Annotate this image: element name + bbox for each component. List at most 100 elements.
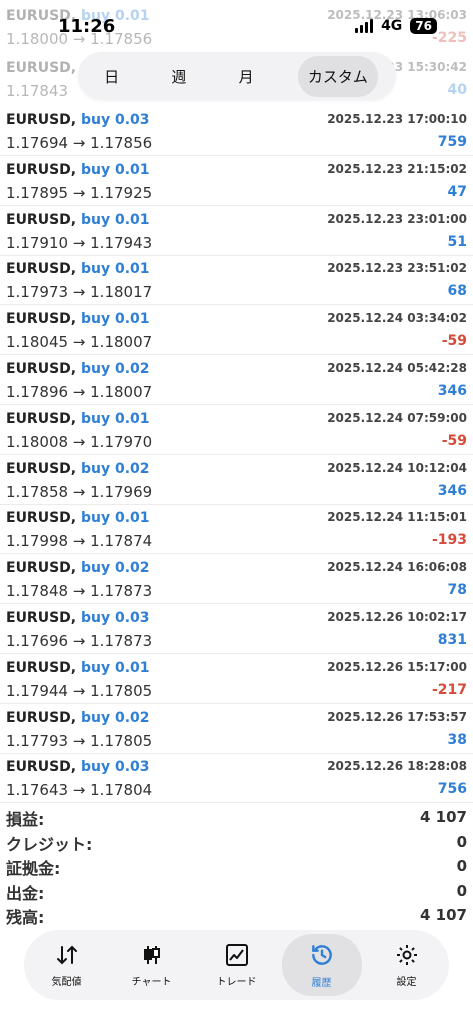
trade-profit: 47 (447, 183, 467, 200)
nav-quotes[interactable]: 気配値 (27, 934, 107, 996)
status-icons: 4G 76 (355, 18, 437, 34)
trade-close-time: 2025.12.26 15:17:00 (327, 659, 467, 674)
trade-symbol: EURUSD, buy 0.03 (6, 759, 150, 776)
trade-side: buy 0.03 (80, 759, 150, 776)
nav-history[interactable]: 履歴 (281, 934, 362, 996)
trade-side: buy 0.02 (80, 709, 150, 726)
tab-week[interactable]: 週 (163, 58, 194, 95)
trade-row[interactable]: EURUSD, buy 0.01 2025.12.23 23:01:00 1.179… (0, 206, 473, 256)
nav-label: トレード (216, 976, 257, 988)
trade-symbol: EURUSD, buy 0.02 (6, 709, 150, 726)
trade-profit: 831 (437, 632, 467, 648)
nav-trade[interactable]: トレード (197, 934, 277, 996)
summary-label: 残高: (6, 908, 45, 927)
trade-row[interactable]: EURUSD, buy 0.01 2025.12.23 23:51:02 1.179… (0, 255, 473, 306)
nav-settings[interactable]: 設定 (367, 934, 447, 996)
trade-profit: 38 (447, 731, 467, 748)
trade-prices: 1.17998 → 1.17874 (6, 532, 153, 551)
clock: 11:26 (58, 16, 116, 37)
trade-row[interactable]: EURUSD, buy 0.03 2025.12.23 17:00:10 1.176… (0, 106, 473, 156)
nav-chart[interactable]: チャート (112, 934, 192, 996)
trade-symbol: EURUSD, buy 0.01 (6, 311, 150, 328)
trade-profit: 756 (437, 781, 467, 798)
trade-symbol: EURUSD, buy 0.03 (6, 610, 150, 626)
summary-row: 残高: 4 107 (0, 904, 473, 928)
history-clock-icon (309, 942, 335, 968)
trade-side: buy 0.01 (80, 211, 150, 228)
trade-prices: 1.17910 → 1.17943 (6, 233, 153, 252)
battery-icon: 76 (410, 18, 437, 34)
trade-side: buy 0.02 (80, 460, 150, 477)
trade-row[interactable]: EURUSD, buy 0.01 2025.12.24 07:59:00 1.180… (0, 405, 473, 455)
trade-symbol: EURUSD, buy 0.02 (6, 361, 150, 377)
trade-row[interactable]: EURUSD, buy 0.01 2025.12.23 21:15:02 1.178… (0, 156, 473, 206)
summary-value: 0 (456, 832, 467, 851)
trade-row[interactable]: EURUSD, buy 0.03 2025.12.26 10:02:17 1.176… (0, 604, 473, 654)
trade-profit: -193 (431, 532, 467, 549)
trade-side: buy 0.01 (80, 510, 150, 527)
trade-prices: 1.17793 → 1.17805 (6, 731, 153, 750)
trade-row[interactable]: EURUSD, buy 0.02 2025.12.26 17:53:57 1.177… (0, 704, 473, 754)
trade-prices: 1.17696 → 1.17873 (6, 632, 153, 650)
trade-row[interactable]: EURUSD, buy 0.02 2025.12.24 05:42:28 1.178… (0, 355, 473, 405)
trade-row[interactable]: EURUSD, buy 0.01 2025.12.24 03:34:02 1.180… (0, 305, 473, 356)
summary-row: 損益: 4 107 (0, 806, 473, 830)
network-type: 4G (381, 18, 403, 34)
tab-day[interactable]: 日 (96, 58, 127, 95)
tab-month[interactable]: 月 (231, 58, 262, 95)
trade-close-time: 2025.12.23 17:00:10 (327, 112, 467, 126)
trade-prices: 1.18045 → 1.18007 (6, 333, 153, 352)
status-bar: 11:26 4G 76 (0, 0, 473, 50)
trade-side: buy 0.01 (80, 311, 150, 328)
quotes-icon (55, 943, 79, 967)
trade-close-time: 2025.12.24 10:12:04 (327, 460, 467, 475)
trade-profit: 346 (437, 482, 467, 499)
trade-close-time: 2025.12.24 05:42:28 (327, 361, 467, 375)
summary-value: 0 (456, 857, 467, 875)
trade-prices: 1.18008 → 1.17970 (6, 432, 153, 451)
trade-row[interactable]: EURUSD, buy 0.03 2025.12.26 18:28:08 1.176… (0, 753, 473, 804)
trade-prices: 1.17643 → 1.17804 (6, 781, 153, 800)
trade-close-time: 2025.12.24 11:15:01 (327, 510, 467, 525)
trade-prices: 1.17896 → 1.18007 (6, 383, 153, 401)
trade-symbol: EURUSD, buy 0.02 (6, 560, 150, 577)
trade-close-time: 2025.12.23 21:15:02 (327, 161, 467, 176)
summary-label: 出金: (6, 883, 45, 903)
trade-close-time: 2025.12.23 23:01:00 (327, 211, 467, 226)
trade-symbol: EURUSD, buy 0.01 (6, 211, 150, 228)
trade-prices: 1.17694 → 1.17856 (6, 134, 153, 152)
trade-row[interactable]: EURUSD, buy 0.01 2025.12.24 11:15:01 1.179… (0, 504, 473, 555)
nav-label: チャート (131, 976, 172, 988)
summary-value: 4 107 (420, 906, 467, 924)
trade-profit: 51 (447, 233, 467, 250)
trade-side: buy 0.01 (80, 410, 150, 427)
trade-symbol: EURUSD, buy 0.01 (6, 659, 150, 676)
trade-symbol: EURUSD, buy 0.03 (6, 112, 150, 128)
trade-close-time: 2025.12.23 23:51:02 (327, 261, 467, 276)
trade-row[interactable]: EURUSD, buy 0.01 2025.12.26 15:17:00 1.179… (0, 654, 473, 704)
period-tabs: 日 週 月 カスタム (78, 52, 396, 100)
trade-prices: 1.17848 → 1.17873 (6, 582, 153, 601)
summary-label: クレジット: (6, 834, 93, 854)
summary-value: 4 107 (420, 808, 467, 826)
trade-side: buy 0.03 (80, 112, 150, 128)
summary-row: 証拠金: 0 (0, 855, 473, 879)
nav-label: 設定 (396, 976, 417, 988)
trade-row[interactable]: EURUSD, buy 0.02 2025.12.24 16:06:08 1.178… (0, 554, 473, 605)
signal-icon (355, 19, 374, 33)
trade-prices: 1.17858 → 1.17969 (6, 482, 153, 501)
summary-row: クレジット: 0 (0, 831, 473, 855)
nav-label: 気配値 (51, 976, 82, 988)
trade-symbol: EURUSD, buy 0.01 (6, 161, 150, 178)
trade-close-time: 2025.12.24 16:06:08 (327, 560, 467, 575)
tab-custom[interactable]: カスタム (297, 55, 378, 97)
row-divider (0, 802, 473, 804)
nav-label: 履歴 (311, 977, 332, 989)
trade-side: buy 0.01 (80, 659, 150, 676)
trade-profit: 759 (437, 134, 467, 150)
trade-symbol: EURUSD, buy 0.01 (6, 261, 150, 278)
trade-prices: 1.17973 → 1.18017 (6, 283, 153, 302)
trade-row[interactable]: EURUSD, buy 0.02 2025.12.24 10:12:04 1.178… (0, 455, 473, 505)
gear-icon (395, 943, 419, 967)
trade-profit: -59 (441, 432, 467, 449)
